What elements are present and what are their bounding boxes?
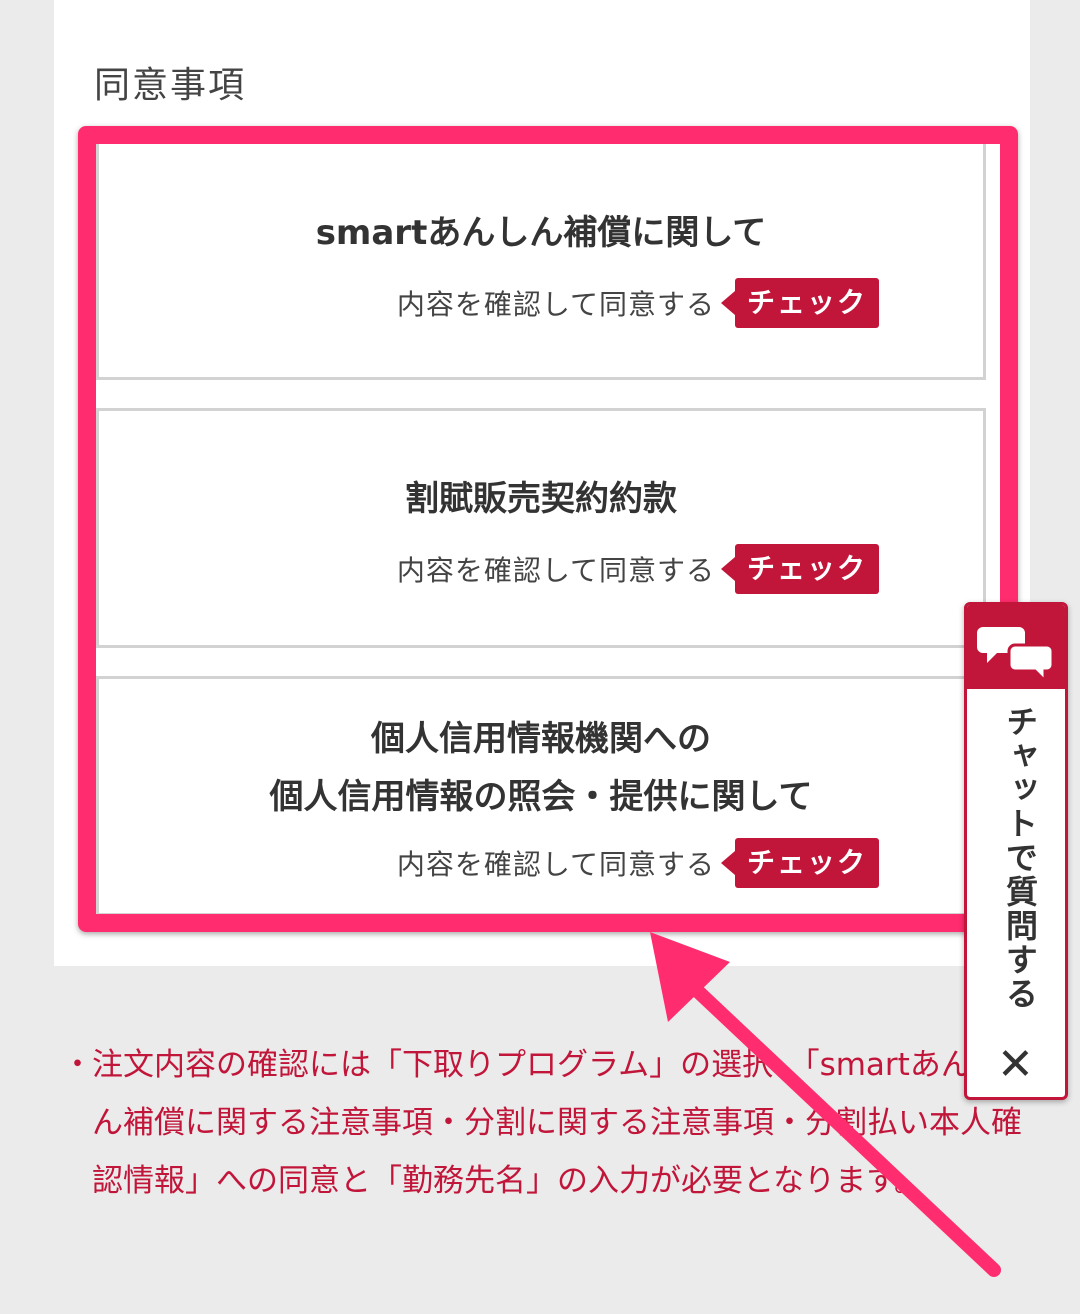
note-body: 注文内容の確認には「下取りプログラム」の選択、「smartあんしん補償に関する注…	[92, 1047, 1022, 1199]
notice-text: ・ 注文内容の確認には「下取りプログラム」の選択、「smartあんしん補償に関す…	[62, 1036, 1022, 1210]
close-icon[interactable]: ✕	[997, 1043, 1034, 1087]
chat-widget[interactable]: チャットで質問する ✕	[964, 602, 1068, 1100]
chat-header	[967, 605, 1065, 689]
section-title: 同意事項	[94, 65, 247, 106]
chat-label[interactable]: チャットで質問する	[997, 705, 1043, 1011]
chat-bubbles-icon	[977, 627, 1055, 685]
note-bullet: ・	[62, 1047, 93, 1083]
highlight-frame	[78, 126, 1018, 932]
